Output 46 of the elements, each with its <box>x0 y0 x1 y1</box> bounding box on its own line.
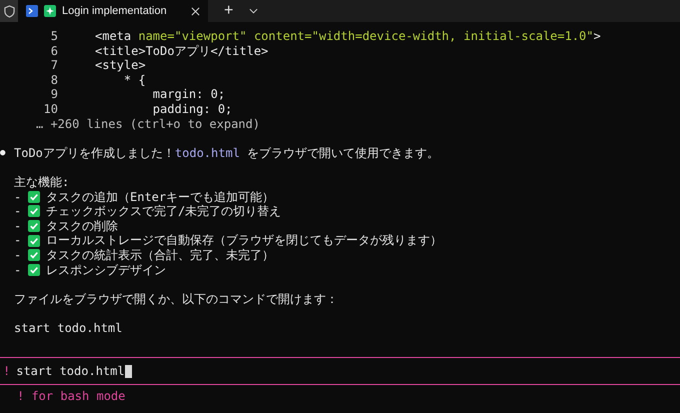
feature-text: レスポンシブデザイン <box>46 262 166 278</box>
command-input[interactable]: ! start todo.html <box>0 357 680 386</box>
bullet-mark: ● <box>0 146 6 160</box>
check-icon <box>28 205 40 218</box>
list-dash: - <box>14 218 22 234</box>
instruction-text: ファイルをブラウザで開くか、以下のコマンドで開けます： <box>14 292 338 306</box>
feature-text: チェックボックスで完了/未完了の切り替え <box>46 204 282 219</box>
shield-icon[interactable] <box>4 4 14 18</box>
new-tab-button[interactable]: + <box>220 1 238 21</box>
feature-text: ローカルストレージで自動保存（ブラウザを閉じてもデータが残ります） <box>46 233 442 248</box>
close-icon[interactable] <box>191 6 200 16</box>
code-line: padding: 0; <box>152 102 232 117</box>
list-dash: - <box>14 233 22 248</box>
feature-text: タスクの統計表示（合計、完了、未完了） <box>46 248 274 262</box>
line-number: 5 <box>50 29 58 44</box>
check-icon <box>28 220 40 232</box>
feature-text: タスクの追加（Enterキーでも追加可能） <box>46 190 274 204</box>
line-number: 7 <box>50 58 58 73</box>
check-icon <box>28 264 40 276</box>
check-icon <box>28 190 40 203</box>
collapsed-lines-note: … +260 lines (ctrl+o to expand) <box>35 116 261 132</box>
list-dash: - <box>14 262 22 278</box>
code-line: <style> <box>95 58 146 73</box>
feature-text: タスクの削除 <box>46 218 118 234</box>
line-number: 9 <box>50 87 58 102</box>
message-text: ToDoアプリを作成しました！todo.html をブラウザで開いて使用できます。 <box>14 146 440 160</box>
check-icon <box>28 234 40 247</box>
list-dash: - <box>14 204 22 219</box>
code-line: <title>ToDoアプリ</title> <box>95 44 268 58</box>
features-heading: 主な機能: <box>14 174 70 190</box>
sparkle-icon <box>44 5 56 17</box>
line-number: 10 <box>42 102 58 117</box>
terminal-icon <box>26 5 38 17</box>
code-line: margin: 0; <box>152 87 226 102</box>
bash-mode-hint: ! for bash mode <box>17 389 126 404</box>
code-line: * { <box>122 72 146 88</box>
command-text: start todo.html <box>14 320 122 336</box>
text-cursor <box>124 364 132 378</box>
chevron-down-icon[interactable] <box>249 8 258 14</box>
list-dash: - <box>14 248 22 262</box>
line-number: 8 <box>50 72 58 88</box>
check-icon <box>28 249 40 262</box>
list-dash: - <box>14 190 22 204</box>
line-number: 6 <box>50 44 58 58</box>
code-line: <meta name="viewport" content="width=device-width, initial-scale=1.0"> <box>95 29 601 44</box>
terminal-tab[interactable]: Login implementation <box>18 0 208 22</box>
